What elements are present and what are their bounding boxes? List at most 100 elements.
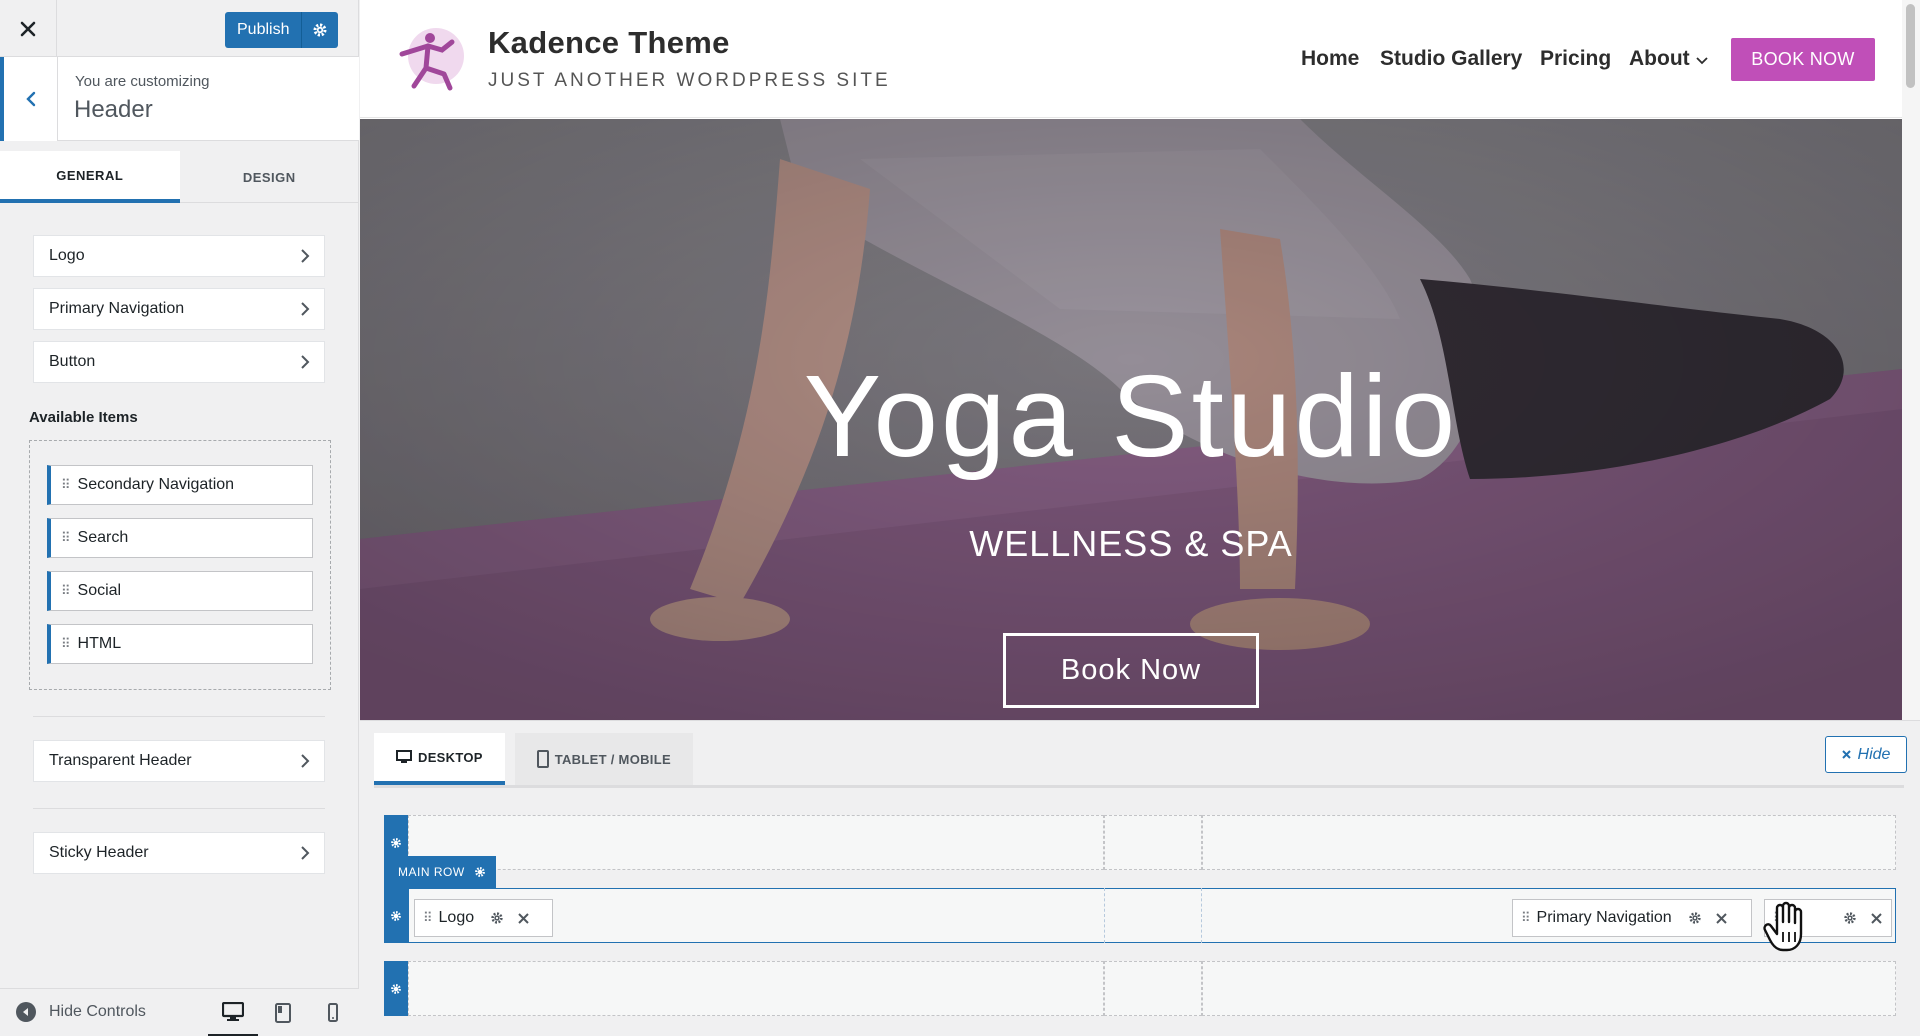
book-now-button[interactable]: BOOK NOW bbox=[1731, 38, 1875, 81]
drag-handle-icon[interactable]: ⠿ bbox=[61, 636, 70, 652]
nav-link[interactable]: Pricing bbox=[1540, 47, 1611, 71]
gear-icon bbox=[491, 912, 503, 924]
builder-item-label: Primary Navigation bbox=[1536, 909, 1672, 926]
available-items-box: ⠿ Secondary Navigation ⠿ Search ⠿ Social… bbox=[29, 440, 331, 690]
nav-link[interactable]: About bbox=[1629, 47, 1690, 71]
panel-item-label: Transparent Header bbox=[49, 752, 192, 769]
customizer-header: Publish bbox=[0, 0, 359, 57]
available-item-label: Search bbox=[77, 529, 129, 546]
device-desktop-button[interactable] bbox=[208, 989, 258, 1036]
scrollbar-thumb[interactable] bbox=[1906, 4, 1915, 88]
builder-item-label: Logo bbox=[438, 909, 475, 926]
preview-scrollbar[interactable] bbox=[1902, 0, 1920, 720]
gear-icon bbox=[1689, 912, 1701, 924]
divider bbox=[33, 808, 325, 809]
item-remove-button[interactable] bbox=[1715, 912, 1727, 924]
hide-controls-label: Hide Controls bbox=[49, 1003, 146, 1020]
close-customizer-button[interactable] bbox=[0, 0, 57, 57]
tab-general[interactable]: GENERAL bbox=[0, 151, 180, 203]
builder-tabs: DESKTOP TABLET / MOBILE bbox=[374, 733, 703, 785]
top-right-zone[interactable] bbox=[1202, 815, 1896, 870]
bottom-left-zone[interactable] bbox=[408, 961, 1104, 1016]
hero-title: Yoga Studio bbox=[803, 351, 1459, 481]
hide-controls-button[interactable]: Hide Controls bbox=[16, 1002, 146, 1022]
back-button[interactable] bbox=[0, 57, 58, 141]
available-item-search[interactable]: ⠿ Search bbox=[47, 518, 313, 558]
customizing-label: You are customizing bbox=[75, 73, 210, 90]
drag-handle-icon[interactable]: ⠿ bbox=[1521, 910, 1531, 926]
builder-item-primary-navigation[interactable]: ⠿ Primary Navigation bbox=[1512, 899, 1752, 937]
panel-item-logo[interactable]: Logo bbox=[33, 235, 325, 277]
chevron-right-icon bbox=[301, 302, 310, 316]
publish-settings-button[interactable] bbox=[302, 12, 339, 48]
hero-subtitle: WELLNESS & SPA bbox=[969, 523, 1293, 564]
item-remove-button[interactable] bbox=[518, 912, 529, 924]
gear-icon bbox=[313, 23, 327, 37]
chevron-right-icon bbox=[301, 355, 310, 369]
mobile-icon bbox=[328, 1003, 338, 1022]
nav-link[interactable]: Studio Gallery bbox=[1380, 47, 1522, 71]
drag-handle-icon[interactable]: ⠿ bbox=[61, 530, 70, 546]
header-builder: DESKTOP TABLET / MOBILE Hide MAIN ROW ⠿ bbox=[360, 720, 1920, 1036]
gear-icon bbox=[474, 867, 485, 877]
close-icon bbox=[518, 912, 529, 924]
tablet-icon bbox=[536, 750, 549, 768]
top-left-zone[interactable] bbox=[408, 815, 1104, 870]
gear-icon bbox=[391, 910, 401, 921]
nav-studio-gallery[interactable]: Studio Gallery bbox=[1380, 47, 1522, 71]
main-row-text: MAIN ROW bbox=[398, 865, 465, 879]
main-row-label[interactable]: MAIN ROW bbox=[384, 856, 496, 888]
panel-item-button[interactable]: Button bbox=[33, 341, 325, 383]
panel-item-label: Sticky Header bbox=[49, 844, 149, 861]
section-title: Header bbox=[74, 96, 153, 123]
customizer-footer: Hide Controls bbox=[0, 988, 359, 1036]
bottom-right-zone[interactable] bbox=[1202, 961, 1896, 1016]
item-remove-button[interactable] bbox=[1871, 912, 1882, 924]
panel-item-label: Button bbox=[49, 353, 96, 370]
drag-handle-icon[interactable]: ⠿ bbox=[423, 910, 433, 926]
panel-item-primary-navigation[interactable]: Primary Navigation bbox=[33, 288, 325, 330]
available-item-label: Social bbox=[77, 582, 122, 599]
hide-builder-button[interactable]: Hide bbox=[1825, 736, 1907, 773]
section-header: You are customizing Header bbox=[0, 57, 359, 141]
settings-tabs: GENERAL DESIGN bbox=[0, 151, 359, 203]
site-header: Kadence Theme JUST ANOTHER WORDPRESS SIT… bbox=[360, 0, 1902, 118]
chevron-right-icon bbox=[301, 249, 310, 263]
panel-item-transparent-header[interactable]: Transparent Header bbox=[33, 740, 325, 782]
bottom-center-zone[interactable] bbox=[1104, 961, 1202, 1016]
available-item-social[interactable]: ⠿ Social bbox=[47, 571, 313, 611]
available-item-html[interactable]: ⠿ HTML bbox=[47, 624, 313, 664]
builder-top-row bbox=[384, 815, 1896, 870]
nav-about[interactable]: About bbox=[1629, 47, 1708, 71]
tab-design[interactable]: DESIGN bbox=[180, 151, 360, 203]
nav-link[interactable]: Home bbox=[1301, 47, 1359, 71]
customizer-sidebar: Publish You are customizing Header GENER… bbox=[0, 0, 359, 1036]
publish-button[interactable]: Publish bbox=[225, 12, 303, 48]
available-item-secondary-navigation[interactable]: ⠿ Secondary Navigation bbox=[47, 465, 313, 505]
tab-label: TABLET / MOBILE bbox=[554, 751, 671, 767]
device-tablet-button[interactable] bbox=[258, 989, 308, 1036]
main-center-zone[interactable] bbox=[1104, 888, 1202, 943]
yoga-logo-icon[interactable] bbox=[394, 24, 466, 96]
device-mobile-button[interactable] bbox=[308, 989, 358, 1036]
nav-home[interactable]: Home bbox=[1301, 47, 1359, 71]
item-settings-button[interactable] bbox=[490, 911, 504, 925]
collapse-icon bbox=[16, 1002, 36, 1022]
drag-handle-icon[interactable]: ⠿ bbox=[61, 583, 70, 599]
row-settings-button[interactable] bbox=[384, 961, 408, 1016]
builder-item-logo[interactable]: ⠿ Logo bbox=[414, 899, 553, 937]
tab-desktop[interactable]: DESKTOP bbox=[374, 733, 505, 785]
item-settings-button[interactable] bbox=[1688, 911, 1702, 925]
item-settings-button[interactable] bbox=[1843, 911, 1857, 925]
panel-item-sticky-header[interactable]: Sticky Header bbox=[33, 832, 325, 874]
drag-handle-icon[interactable]: ⠿ bbox=[61, 477, 70, 493]
hero-book-now-button[interactable]: Book Now bbox=[1003, 633, 1259, 708]
tab-label: DESKTOP bbox=[418, 749, 483, 765]
site-title[interactable]: Kadence Theme bbox=[488, 25, 730, 61]
close-icon bbox=[1871, 912, 1882, 924]
top-center-zone[interactable] bbox=[1104, 815, 1202, 870]
row-settings-button[interactable] bbox=[384, 888, 408, 943]
nav-pricing[interactable]: Pricing bbox=[1540, 47, 1611, 71]
panel-item-label: Logo bbox=[49, 247, 85, 264]
tab-tablet-mobile[interactable]: TABLET / MOBILE bbox=[514, 733, 693, 785]
